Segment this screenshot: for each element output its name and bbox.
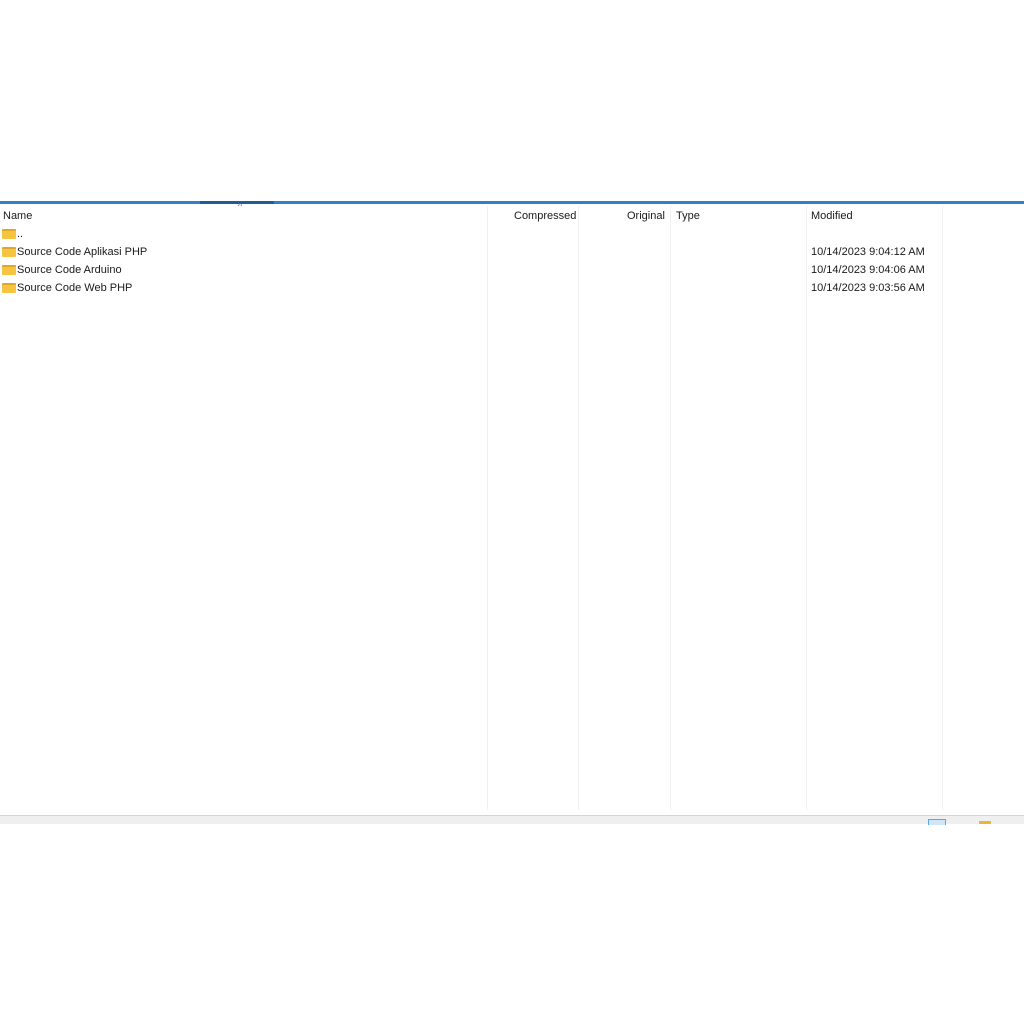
item-name: Source Code Web PHP bbox=[17, 282, 133, 294]
item-name: .. bbox=[17, 228, 24, 240]
details-view-button[interactable] bbox=[928, 819, 946, 825]
column-header: Name ^ Compressed Original Type Modified bbox=[0, 201, 1024, 226]
list-item-parent[interactable]: .. bbox=[0, 226, 1024, 244]
folder-icon bbox=[2, 265, 16, 275]
list-item[interactable]: Source Code Arduino 10/14/2023 9:04:06 AM bbox=[0, 262, 1024, 280]
item-name: Source Code Arduino bbox=[17, 264, 122, 276]
folder-icon bbox=[2, 247, 16, 257]
list-item[interactable]: Source Code Aplikasi PHP 10/14/2023 9:04:… bbox=[0, 244, 1024, 262]
list-item[interactable]: Source Code Web PHP 10/14/2023 9:03:56 AM bbox=[0, 280, 1024, 298]
folder-icon bbox=[979, 821, 991, 824]
header-compressed[interactable]: Compressed bbox=[514, 210, 576, 222]
item-name: Source Code Aplikasi PHP bbox=[17, 246, 148, 258]
header-type[interactable]: Type bbox=[676, 210, 700, 222]
header-name[interactable]: Name bbox=[3, 210, 32, 222]
status-bar bbox=[0, 815, 1024, 824]
folder-icon bbox=[2, 229, 16, 239]
header-original[interactable]: Original bbox=[627, 210, 665, 222]
item-modified: 10/14/2023 9:04:12 AM bbox=[811, 246, 925, 258]
header-modified[interactable]: Modified bbox=[811, 210, 853, 222]
item-modified: 10/14/2023 9:04:06 AM bbox=[811, 264, 925, 276]
folder-icon bbox=[2, 283, 16, 293]
sort-ascending-icon: ^ bbox=[238, 201, 243, 211]
item-modified: 10/14/2023 9:03:56 AM bbox=[811, 282, 925, 294]
